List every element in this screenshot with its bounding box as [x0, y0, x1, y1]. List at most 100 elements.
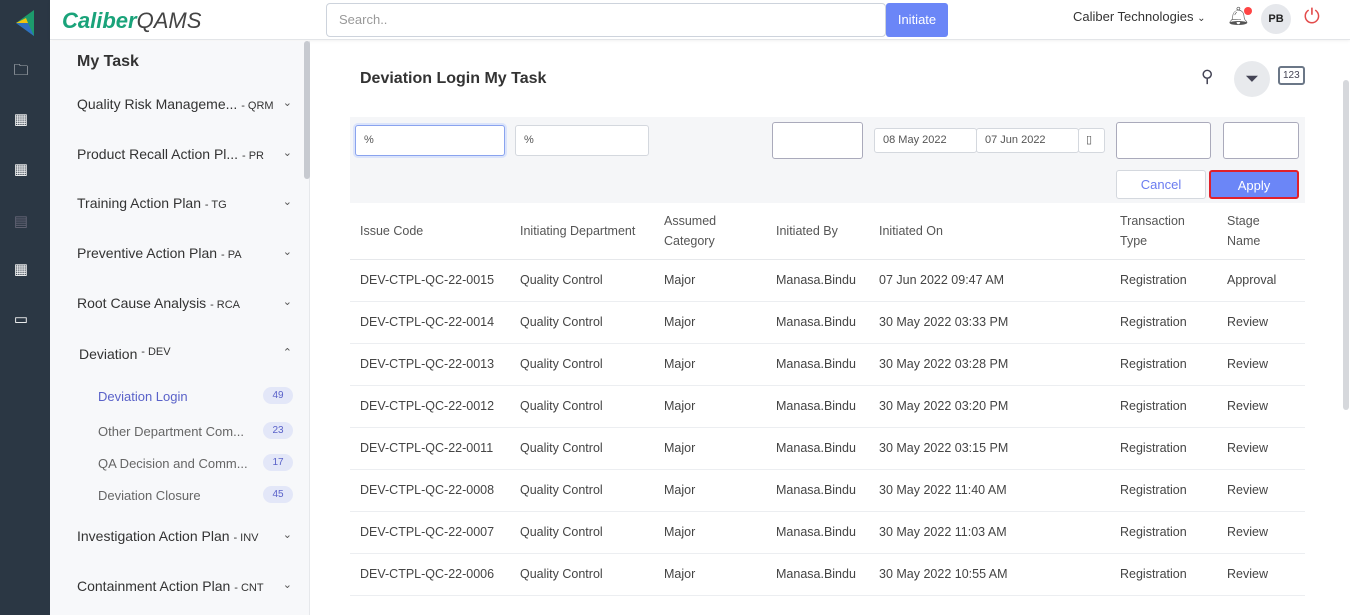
table-cell: 30 May 2022 03:15 PM [869, 427, 1110, 470]
count-badge: 49 [263, 387, 293, 404]
category-filter-input[interactable] [772, 122, 863, 159]
sidebar-item[interactable]: QA Decision and Comm... 17 [98, 454, 293, 471]
sidebar-module[interactable]: Training Action Plan - TG ⌄ [77, 195, 292, 211]
sidebar-scrollbar[interactable] [304, 41, 310, 179]
from-date-input[interactable]: 08 May 2022 [874, 128, 977, 153]
table-cell: Registration [1110, 301, 1217, 344]
cancel-button[interactable]: Cancel [1116, 170, 1206, 199]
organization-dropdown[interactable]: Caliber Technologies ⌄ [1073, 9, 1205, 24]
sidebar-module-deviation[interactable]: Deviation - DEV ⌃ [79, 346, 292, 362]
column-header[interactable]: Stage Name [1217, 203, 1305, 260]
stage-name-filter-input[interactable] [1223, 122, 1299, 159]
table-cell: 30 May 2022 03:20 PM [869, 385, 1110, 428]
table-cell: Review [1217, 301, 1305, 344]
search-input[interactable]: Search.. [326, 3, 886, 37]
table-cell: DEV-CTPL-QC-22-0013 [350, 343, 510, 386]
sidebar-module[interactable]: Root Cause Analysis - RCA ⌄ [77, 295, 292, 311]
table-cell: 30 May 2022 11:03 AM [869, 511, 1110, 554]
search-icon[interactable]: ⚲ [1201, 67, 1213, 87]
sidebar-module[interactable]: Product Recall Action Pl... - PR ⌄ [77, 146, 292, 162]
table-cell: Major [654, 469, 766, 512]
chevron-up-icon: ⌃ [282, 347, 292, 359]
table-cell: Major [654, 385, 766, 428]
grid-icon[interactable]: ▦ [12, 110, 30, 128]
table-cell: DEV-CTPL-QC-22-0015 [350, 259, 510, 302]
table-header-row: Issue Code Initiating Department Assumed… [350, 203, 1305, 260]
clipboard-icon[interactable]: ▤ [12, 212, 30, 230]
monitor-icon[interactable]: ▭ [12, 310, 30, 328]
table-cell: DEV-CTPL-QC-22-0014 [350, 301, 510, 344]
table-cell: Major [654, 427, 766, 470]
top-header: CaliberQAMS Search.. Initiate Caliber Te… [50, 0, 1350, 40]
calendar-icon[interactable]: ▯ [1078, 128, 1105, 153]
table-cell: Major [654, 259, 766, 302]
column-header[interactable]: Initiated On [869, 203, 1110, 260]
sidebar-module[interactable]: Quality Risk Manageme... - QRM ⌄ [77, 96, 292, 112]
notification-bell-icon[interactable]: 🔔︎ [1227, 6, 1252, 27]
initiate-button[interactable]: Initiate [886, 3, 948, 37]
table-cell: Approval [1217, 259, 1305, 302]
grid-icon[interactable]: ▦ [12, 160, 30, 178]
table-row[interactable]: DEV-CTPL-QC-22-0013 Quality Control Major M… [350, 343, 1305, 386]
sidebar-item[interactable]: Deviation Closure 45 [98, 486, 293, 503]
transaction-type-filter-input[interactable] [1116, 122, 1211, 159]
table-cell: DEV-CTPL-QC-22-0011 [350, 427, 510, 470]
app-logo-icon [16, 10, 34, 36]
table-cell: Manasa.Bindu [766, 259, 869, 302]
table-row[interactable]: DEV-CTPL-QC-22-0011 Quality Control Major M… [350, 427, 1305, 470]
table-row[interactable]: DEV-CTPL-QC-22-0015 Quality Control Major M… [350, 259, 1305, 302]
table-cell: Manasa.Bindu [766, 301, 869, 344]
apply-button[interactable]: Apply [1209, 170, 1299, 199]
table-cell: Review [1217, 469, 1305, 512]
filter-icon[interactable]: ⏷ [1234, 61, 1270, 97]
table-cell: DEV-CTPL-QC-22-0008 [350, 469, 510, 512]
column-header[interactable]: Transaction Type [1110, 203, 1217, 260]
table-cell: Quality Control [510, 469, 654, 512]
chevron-down-icon: ⌄ [282, 529, 292, 541]
table-row[interactable]: DEV-CTPL-QC-22-0007 Quality Control Major M… [350, 511, 1305, 554]
sidebar-module[interactable]: Investigation Action Plan - INV ⌄ [77, 528, 292, 544]
table-cell: 30 May 2022 03:33 PM [869, 301, 1110, 344]
table-cell: Registration [1110, 427, 1217, 470]
department-filter-input[interactable]: % [515, 125, 649, 156]
table-cell: Quality Control [510, 343, 654, 386]
task-table: Issue Code Initiating Department Assumed… [350, 203, 1305, 596]
table-cell: DEV-CTPL-QC-22-0007 [350, 511, 510, 554]
table-row[interactable]: DEV-CTPL-QC-22-0006 Quality Control Major M… [350, 553, 1305, 596]
table-row[interactable]: DEV-CTPL-QC-22-0012 Quality Control Major M… [350, 385, 1305, 428]
table-cell: Manasa.Bindu [766, 427, 869, 470]
count-badge: 45 [263, 486, 293, 503]
table-cell: Registration [1110, 259, 1217, 302]
to-date-input[interactable]: 07 Jun 2022 [976, 128, 1079, 153]
grid-icon[interactable]: ▦ [12, 260, 30, 278]
table-cell: Manasa.Bindu [766, 553, 869, 596]
column-header[interactable]: Assumed Category [654, 203, 766, 260]
table-cell: 07 Jun 2022 09:47 AM [869, 259, 1110, 302]
column-header[interactable]: Issue Code [350, 203, 510, 260]
table-cell: Quality Control [510, 427, 654, 470]
table-cell: Manasa.Bindu [766, 343, 869, 386]
table-cell: Manasa.Bindu [766, 469, 869, 512]
table-row[interactable]: DEV-CTPL-QC-22-0014 Quality Control Major M… [350, 301, 1305, 344]
table-cell: Quality Control [510, 301, 654, 344]
table-cell: DEV-CTPL-QC-22-0006 [350, 553, 510, 596]
sidebar-module[interactable]: Containment Action Plan - CNT ⌄ [77, 578, 292, 594]
refresh-count-icon[interactable]: 123 [1278, 66, 1305, 85]
sidebar-module[interactable]: Preventive Action Plan - PA ⌄ [77, 245, 292, 261]
power-icon[interactable]: ⏻ [1304, 6, 1320, 29]
table-cell: Review [1217, 343, 1305, 386]
issue-code-filter-input[interactable]: % [355, 125, 505, 156]
folder-icon[interactable]: 🗀 [12, 60, 30, 79]
table-row[interactable]: DEV-CTPL-QC-22-0008 Quality Control Major M… [350, 469, 1305, 512]
table-cell: Manasa.Bindu [766, 511, 869, 554]
sidebar-item-deviation-login[interactable]: Deviation Login 49 [98, 387, 293, 404]
table-cell: Review [1217, 385, 1305, 428]
avatar[interactable]: PB [1261, 4, 1291, 34]
sidebar-item[interactable]: Other Department Com... 23 [98, 422, 293, 439]
table-cell: Review [1217, 511, 1305, 554]
column-header[interactable]: Initiated By [766, 203, 869, 260]
chevron-down-icon: ⌄ [282, 246, 292, 258]
column-header[interactable]: Initiating Department [510, 203, 654, 260]
page-scrollbar[interactable] [1343, 80, 1349, 410]
table-cell: Major [654, 301, 766, 344]
